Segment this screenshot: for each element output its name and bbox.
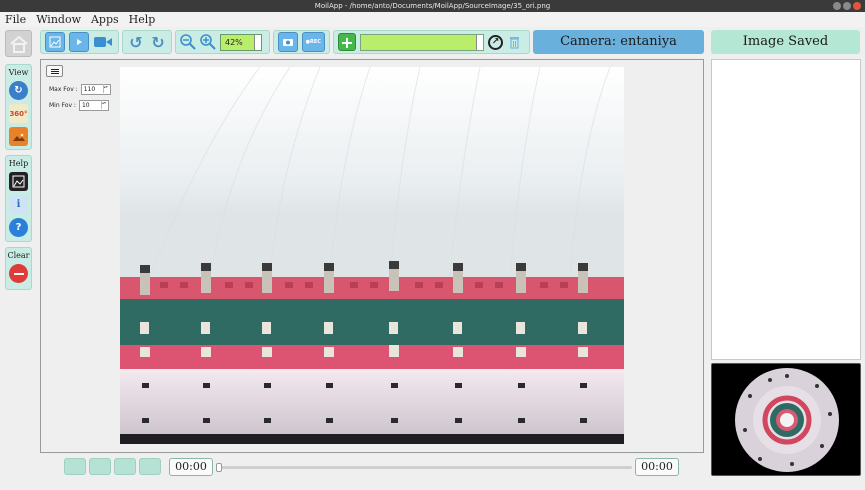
fisheye-preview-thumbnail[interactable] — [711, 363, 861, 476]
video-controls — [64, 458, 161, 475]
sidebar-clear-title: Clear — [7, 251, 30, 260]
minimize-window-button[interactable] — [833, 2, 841, 10]
zoom-select[interactable]: 42% — [220, 33, 262, 51]
info-icon: i — [16, 199, 21, 210]
sidebar-help-group: Help i ? — [5, 155, 32, 242]
max-fov-row: Max Fov : 110 — [49, 84, 111, 95]
max-fov-label: Max Fov : — [49, 86, 78, 93]
play-pause-button[interactable] — [114, 458, 136, 475]
delete-plugin-button[interactable] — [507, 34, 521, 50]
image-icon — [49, 36, 61, 48]
open-video-button[interactable] — [69, 32, 89, 52]
record-icon: ●REC — [305, 39, 321, 45]
home-icon — [9, 35, 28, 53]
menu-apps[interactable]: Apps — [91, 12, 119, 27]
zoom-out-icon — [180, 34, 196, 50]
close-window-button[interactable] — [853, 2, 861, 10]
min-fov-spinbox[interactable]: 10 — [78, 100, 109, 111]
toolbar-source-group — [40, 30, 119, 54]
refresh-icon: ↻ — [14, 85, 23, 96]
sidebar-view-title: View — [8, 68, 29, 77]
min-fov-row: Min Fov : 10 — [49, 100, 109, 111]
stop-button[interactable] — [89, 458, 111, 475]
help-button[interactable]: ? — [9, 218, 28, 237]
window-titlebar: MoilApp - /home/anto/Documents/MoilApp/S… — [0, 0, 865, 12]
clear-button[interactable] — [9, 264, 28, 283]
video-camera-icon — [94, 37, 112, 47]
zoom-in-button[interactable] — [200, 32, 216, 52]
about-button[interactable]: i — [9, 195, 28, 214]
rotate-left-icon: ↺ — [129, 32, 143, 52]
menu-window[interactable]: Window — [36, 12, 81, 27]
panorama-360-icon: 360° — [9, 109, 28, 118]
record-button[interactable]: ●REC — [301, 32, 325, 52]
anypoint-view-button[interactable] — [9, 127, 28, 146]
sidebar-help-title: Help — [8, 159, 29, 168]
video-file-icon — [77, 39, 82, 45]
fov-menu-toggle-button[interactable] — [46, 65, 63, 77]
toolbar-zoom-group: 42% — [175, 30, 270, 54]
normal-view-button[interactable]: ↻ — [9, 81, 28, 100]
seek-handle[interactable] — [216, 463, 222, 472]
menu-help[interactable]: Help — [129, 12, 156, 27]
toolbar-plugin-group: + ↗ — [333, 30, 530, 54]
snapshot-button[interactable] — [278, 32, 298, 52]
gallery-icon — [12, 175, 25, 188]
max-fov-spinbox[interactable]: 110 — [80, 84, 111, 95]
arrow-up-right-icon: ↗ — [491, 37, 500, 47]
seek-slider[interactable] — [216, 463, 632, 472]
sidebar-view-group: View ↻ 360° — [5, 64, 32, 150]
image-viewer-panel: Max Fov : 110 Min Fov : 10 — [40, 59, 704, 453]
add-plugin-button[interactable]: + — [338, 32, 356, 52]
panorama-image — [120, 67, 624, 444]
camera-type-label: Camera: entaniya — [533, 30, 704, 54]
question-icon: ? — [15, 222, 22, 233]
window-title: MoilApp - /home/anto/Documents/MoilApp/S… — [314, 2, 551, 10]
open-image-button[interactable] — [45, 32, 65, 52]
plugin-combo[interactable] — [360, 33, 484, 51]
sidebar-clear-group: Clear — [5, 247, 32, 290]
rotate-right-icon: ↻ — [151, 32, 165, 52]
image-saved-label: Image Saved — [711, 30, 860, 54]
total-time-label: 00:00 — [635, 458, 679, 476]
toolbar-rotate-group: ↺ ↻ — [122, 30, 172, 54]
landscape-icon — [11, 131, 26, 142]
plus-icon: + — [340, 32, 354, 52]
maximize-window-button[interactable] — [843, 2, 851, 10]
current-time-label: 00:00 — [169, 458, 213, 476]
home-button[interactable] — [5, 30, 32, 57]
menubar: File Window Apps Help — [0, 12, 865, 27]
zoom-out-button[interactable] — [180, 32, 196, 52]
trash-icon — [509, 36, 519, 49]
min-fov-label: Min Fov : — [49, 102, 76, 109]
camera-icon — [282, 39, 293, 46]
zoom-in-icon — [200, 34, 216, 50]
open-plugin-button[interactable]: ↗ — [488, 34, 503, 50]
rotate-left-button[interactable]: ↺ — [127, 32, 145, 52]
open-camera-button[interactable] — [93, 32, 113, 52]
skip-backward-button[interactable] — [64, 458, 86, 475]
rotate-right-button[interactable]: ↻ — [149, 32, 167, 52]
skip-forward-button[interactable] — [139, 458, 161, 475]
menu-file[interactable]: File — [5, 12, 26, 27]
saved-images-panel — [711, 59, 861, 360]
panorama-view-button[interactable]: 360° — [9, 104, 28, 123]
minus-circle-icon — [13, 272, 24, 275]
gallery-button[interactable] — [9, 172, 28, 191]
toolbar-capture-group: ●REC — [273, 30, 330, 54]
